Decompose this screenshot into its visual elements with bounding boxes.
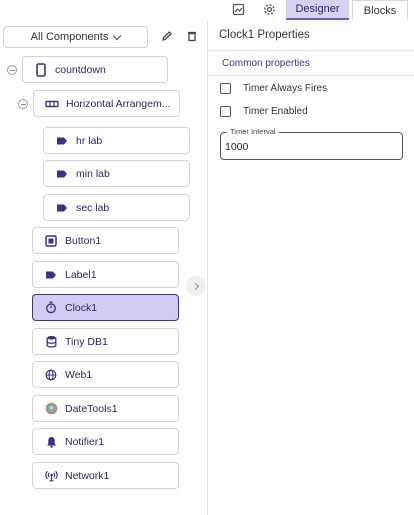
tree-node-min-lab[interactable]: min lab bbox=[43, 160, 190, 187]
tree-node-label: Label1 bbox=[65, 268, 97, 281]
collapse-toggle-countdown[interactable] bbox=[7, 65, 17, 75]
tree-node-label: Button1 bbox=[65, 234, 102, 247]
project-properties-icon[interactable] bbox=[230, 1, 246, 17]
tree-node-label: Horizontal Arrangem... bbox=[66, 97, 171, 110]
settings-gear-icon[interactable] bbox=[261, 1, 277, 17]
panel-divider bbox=[207, 22, 208, 515]
network-icon bbox=[44, 469, 58, 483]
tree-node-sec-lab[interactable]: sec lab bbox=[43, 194, 190, 221]
timer-enabled-label: Timer Enabled bbox=[243, 105, 308, 117]
tree-node-web1[interactable]: Web1 bbox=[32, 361, 179, 388]
common-properties-link[interactable]: Common properties bbox=[222, 58, 310, 69]
tree-node-notifier1[interactable]: Notifier1 bbox=[32, 428, 179, 455]
timer-enabled-checkbox[interactable] bbox=[220, 105, 231, 117]
tree-node-label: Network1 bbox=[65, 469, 110, 482]
timer-enabled-row[interactable]: Timer Enabled bbox=[220, 104, 308, 118]
tree-node-button1[interactable]: Button1 bbox=[32, 227, 179, 254]
tree-node-label: hr lab bbox=[76, 134, 103, 147]
properties-divider bbox=[208, 50, 414, 51]
timer-interval-label: Timer Interval bbox=[227, 127, 279, 136]
component-filter-label: All Components bbox=[30, 31, 109, 43]
tree-node-clock1[interactable]: Clock1 bbox=[32, 294, 179, 321]
tab-designer[interactable]: Designer bbox=[286, 0, 349, 20]
tree-node-label: min lab bbox=[76, 167, 110, 180]
tree-node-horizontal-arrangement[interactable]: Horizontal Arrangem... bbox=[33, 90, 180, 117]
component-filter-dropdown[interactable]: All Components bbox=[3, 26, 148, 48]
tree-node-label: Web1 bbox=[65, 368, 93, 381]
label-tag-icon bbox=[55, 167, 69, 181]
tree-node-label: Notifier1 bbox=[65, 435, 105, 448]
collapse-toggle-horizontal-arrangement[interactable] bbox=[18, 99, 28, 109]
edit-pencil-icon[interactable] bbox=[160, 29, 174, 43]
timer-always-fires-label: Timer Always Fires bbox=[243, 82, 328, 94]
tree-node-label: Tiny DB1 bbox=[65, 335, 108, 348]
tree-node-label: countdown bbox=[55, 63, 106, 76]
tree-node-hr-lab[interactable]: hr lab bbox=[43, 127, 190, 154]
properties-title: Clock1 Properties bbox=[219, 29, 310, 41]
button-icon bbox=[44, 234, 58, 248]
timer-always-fires-checkbox[interactable] bbox=[220, 82, 231, 94]
tree-node-datetools1[interactable]: DateTools1 bbox=[32, 395, 179, 422]
phone-screen-icon bbox=[34, 62, 48, 77]
label-tag-icon bbox=[44, 268, 58, 282]
timer-interval-field[interactable]: Timer Interval 1000 bbox=[220, 127, 403, 160]
database-icon bbox=[44, 335, 58, 349]
tree-node-label: DateTools1 bbox=[65, 402, 118, 415]
expand-panel-button[interactable] bbox=[186, 276, 206, 296]
horizontal-arrangement-icon bbox=[45, 97, 59, 111]
globe-icon bbox=[44, 368, 58, 382]
bell-icon bbox=[44, 435, 58, 449]
tree-toolbar: All Components bbox=[0, 24, 207, 50]
top-toolbar: Designer Blocks bbox=[0, 0, 414, 20]
timer-interval-value[interactable]: 1000 bbox=[225, 141, 248, 153]
label-tag-icon bbox=[55, 134, 69, 148]
tree-node-tinydb1[interactable]: Tiny DB1 bbox=[32, 328, 179, 355]
chevron-right-icon bbox=[191, 282, 199, 290]
stopwatch-icon bbox=[44, 301, 58, 315]
tree-node-label: Clock1 bbox=[65, 301, 98, 314]
tab-blocks[interactable]: Blocks bbox=[352, 0, 408, 20]
tree-node-label: sec lab bbox=[76, 201, 110, 214]
label-tag-icon bbox=[55, 201, 69, 215]
delete-trash-icon[interactable] bbox=[185, 29, 199, 43]
tree-node-countdown[interactable]: countdown bbox=[22, 56, 168, 83]
tree-node-label1[interactable]: Label1 bbox=[32, 261, 179, 288]
datetools-icon bbox=[44, 402, 58, 416]
section-divider bbox=[208, 75, 414, 76]
timer-always-fires-row[interactable]: Timer Always Fires bbox=[220, 81, 327, 95]
tree-node-network1[interactable]: Network1 bbox=[32, 462, 179, 489]
chevron-down-icon bbox=[113, 31, 122, 40]
